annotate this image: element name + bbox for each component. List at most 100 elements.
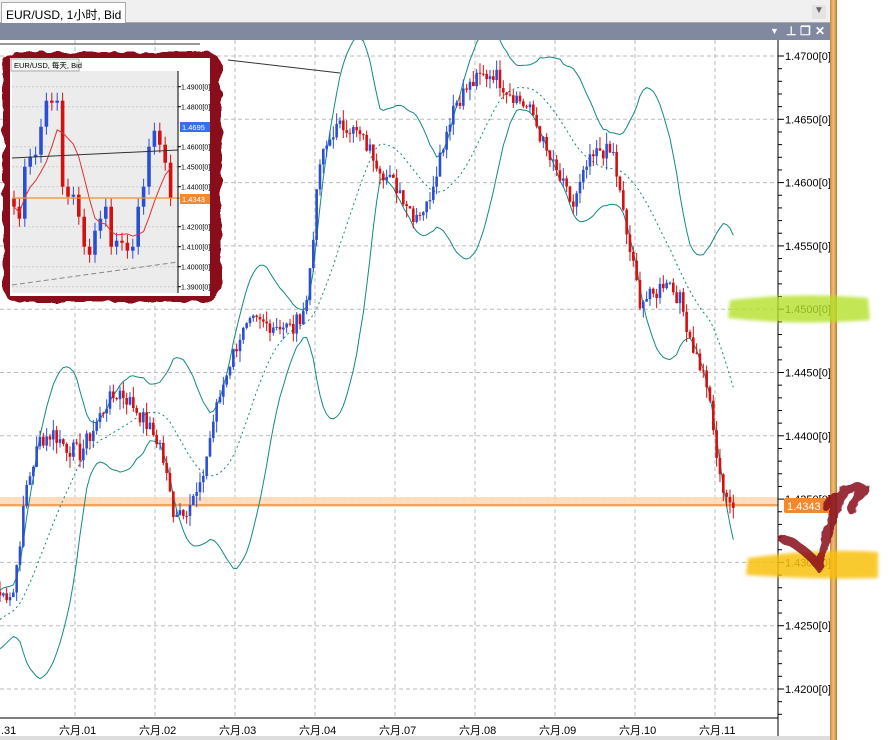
candle xyxy=(398,182,402,194)
candle xyxy=(48,433,52,447)
candle xyxy=(605,132,608,170)
candle xyxy=(75,438,78,446)
candle xyxy=(25,480,28,509)
candle xyxy=(5,587,8,604)
inset-candle xyxy=(60,92,65,195)
candle xyxy=(412,205,415,229)
candle xyxy=(165,456,168,481)
candle xyxy=(175,509,178,517)
candle xyxy=(382,170,385,189)
candle xyxy=(12,588,15,598)
candle xyxy=(465,84,468,93)
candle xyxy=(498,60,502,97)
dropdown-icon[interactable]: ▼ xyxy=(770,23,779,40)
candle xyxy=(658,277,662,304)
inset-candle xyxy=(93,222,97,263)
candle xyxy=(352,125,355,143)
candle xyxy=(338,117,342,129)
candle xyxy=(358,126,362,142)
candle xyxy=(545,133,548,157)
candle xyxy=(172,491,175,523)
inset-candle xyxy=(163,136,167,171)
candle xyxy=(562,168,565,187)
candle xyxy=(418,212,422,221)
candle xyxy=(488,69,492,89)
candle xyxy=(145,402,148,437)
candle xyxy=(245,322,248,330)
candle xyxy=(395,169,398,204)
candle xyxy=(602,149,605,166)
candle xyxy=(78,433,82,468)
candle xyxy=(215,398,218,433)
close-icon[interactable]: ✕ xyxy=(815,23,825,40)
candle xyxy=(228,365,232,380)
candle xyxy=(422,211,425,221)
inset-y-tick-label: 1.3900[0] xyxy=(181,285,210,292)
chart-window-titlebar: ▼ ⊥ ❐ ✕ xyxy=(0,23,830,40)
candle xyxy=(538,125,542,144)
candle xyxy=(238,333,242,362)
inset-candle xyxy=(50,92,54,111)
current-price-label: 1.4343 xyxy=(787,501,821,513)
inset-y-tick-label: 1.4000[0] xyxy=(181,265,210,272)
candle xyxy=(28,471,32,486)
tab-menu-icon[interactable]: ▼ xyxy=(812,5,826,19)
inset-candle xyxy=(87,238,92,263)
candle xyxy=(708,385,712,403)
inset-candle xyxy=(136,198,140,255)
candle xyxy=(595,140,598,165)
current-price-band xyxy=(0,497,778,507)
candle xyxy=(542,135,545,148)
candle xyxy=(362,133,365,141)
pin-icon[interactable]: ⊥ xyxy=(786,23,796,40)
x-tick-label: 六月.10 xyxy=(619,724,656,737)
candle xyxy=(98,406,102,429)
candle xyxy=(648,286,652,307)
candle xyxy=(322,148,325,174)
candle xyxy=(105,399,108,422)
inset-candle xyxy=(28,148,32,175)
inset-candle xyxy=(23,158,27,227)
candle xyxy=(482,65,485,77)
candle xyxy=(128,392,132,406)
candle xyxy=(325,140,328,157)
candle xyxy=(662,275,665,293)
current-price-tag: 1.4343 xyxy=(784,498,830,513)
restore-icon[interactable]: ❐ xyxy=(800,23,811,40)
candle xyxy=(32,465,35,485)
candle xyxy=(578,173,582,204)
candle xyxy=(52,420,55,451)
candle xyxy=(645,291,648,302)
candle xyxy=(72,439,75,461)
candle xyxy=(315,189,318,246)
candle xyxy=(732,494,735,519)
inset-candle xyxy=(82,208,86,255)
candle xyxy=(405,200,408,218)
candle xyxy=(688,329,692,340)
candle xyxy=(198,472,202,501)
inset-candle xyxy=(44,92,49,135)
candle xyxy=(655,288,658,309)
candle xyxy=(122,382,125,409)
candle xyxy=(452,94,455,135)
candle xyxy=(692,326,695,354)
candle xyxy=(318,159,322,196)
candle xyxy=(485,69,488,88)
candle xyxy=(478,63,482,85)
inset-moving-average xyxy=(13,129,171,237)
candle xyxy=(442,148,445,157)
candle xyxy=(292,315,295,342)
splitter[interactable] xyxy=(830,0,837,740)
tab-eurusd-1h[interactable]: EUR/USD, 1小时, Bid xyxy=(1,2,127,23)
candle xyxy=(272,322,275,336)
candle xyxy=(2,592,5,598)
candle xyxy=(608,140,612,154)
candle xyxy=(232,348,235,370)
candle xyxy=(248,316,252,327)
candle xyxy=(378,165,382,185)
candle xyxy=(462,79,465,110)
candle xyxy=(235,343,238,358)
candle xyxy=(168,467,172,493)
candle xyxy=(445,126,448,159)
candle xyxy=(642,300,645,318)
